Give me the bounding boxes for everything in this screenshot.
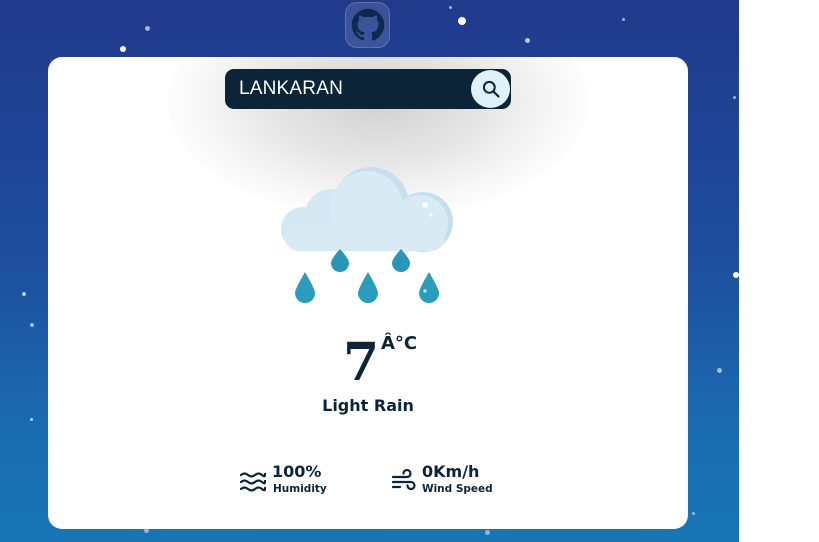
wind-icon: [391, 469, 416, 491]
search-icon: [482, 80, 500, 98]
snow-particle: [120, 46, 126, 52]
snow-particle: [692, 512, 695, 515]
snow-particle: [733, 96, 736, 99]
city-search-input[interactable]: [239, 73, 469, 105]
humidity-value: 100%: [272, 462, 322, 481]
humidity-label: Humidity: [273, 483, 327, 495]
snow-particle: [622, 18, 625, 21]
snow-particle: [449, 6, 452, 9]
snow-particle: [485, 530, 490, 535]
temperature-value: 7: [343, 332, 380, 393]
rain-cloud-icon: [281, 167, 453, 303]
snow-particle: [733, 272, 739, 278]
temperature-unit: Â°C: [381, 333, 418, 354]
weather-description: Light Rain: [322, 396, 414, 415]
github-icon: [351, 8, 384, 41]
humidity-waves-icon: [240, 472, 266, 492]
search-box: [225, 69, 511, 109]
snow-particle: [145, 26, 150, 31]
snow-particle: [22, 292, 26, 296]
snow-particle: [458, 17, 466, 25]
snow-particle: [525, 38, 530, 43]
snow-particle: [30, 323, 34, 327]
wind-speed-label: Wind Speed: [422, 483, 493, 495]
wind-speed-value: 0Km/h: [422, 462, 480, 481]
snow-particle: [30, 418, 33, 421]
snow-particle: [717, 368, 722, 373]
search-button[interactable]: [471, 70, 510, 108]
github-link[interactable]: [345, 2, 390, 48]
